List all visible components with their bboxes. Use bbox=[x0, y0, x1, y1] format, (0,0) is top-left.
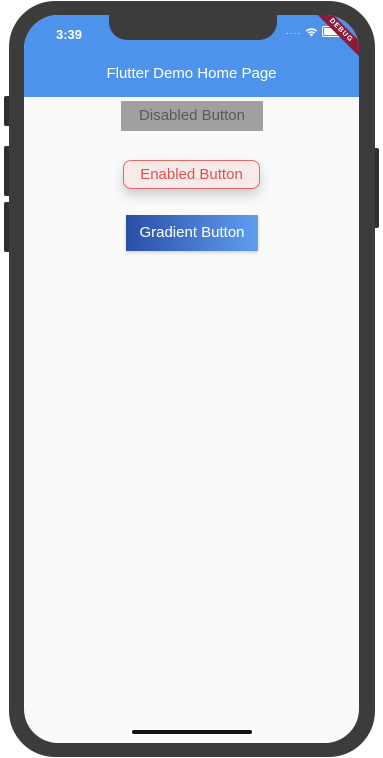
app-bar-title: Flutter Demo Home Page bbox=[106, 65, 277, 82]
home-indicator[interactable] bbox=[132, 730, 252, 734]
signal-icon: .... bbox=[286, 26, 302, 37]
gradient-button[interactable]: Gradient Button bbox=[126, 215, 258, 251]
status-time: 3:39 bbox=[56, 27, 83, 42]
app-bar: 3:39 .... DEBUG Flutter Demo Home Page bbox=[24, 15, 359, 97]
phone-screen: 3:39 .... DEBUG Flutter Demo Home Page D… bbox=[24, 15, 359, 743]
debug-banner: DEBUG bbox=[308, 15, 359, 63]
disabled-button: Disabled Button bbox=[121, 101, 263, 131]
wifi-icon bbox=[305, 27, 318, 37]
enabled-button[interactable]: Enabled Button bbox=[123, 160, 260, 189]
notch bbox=[109, 15, 277, 40]
